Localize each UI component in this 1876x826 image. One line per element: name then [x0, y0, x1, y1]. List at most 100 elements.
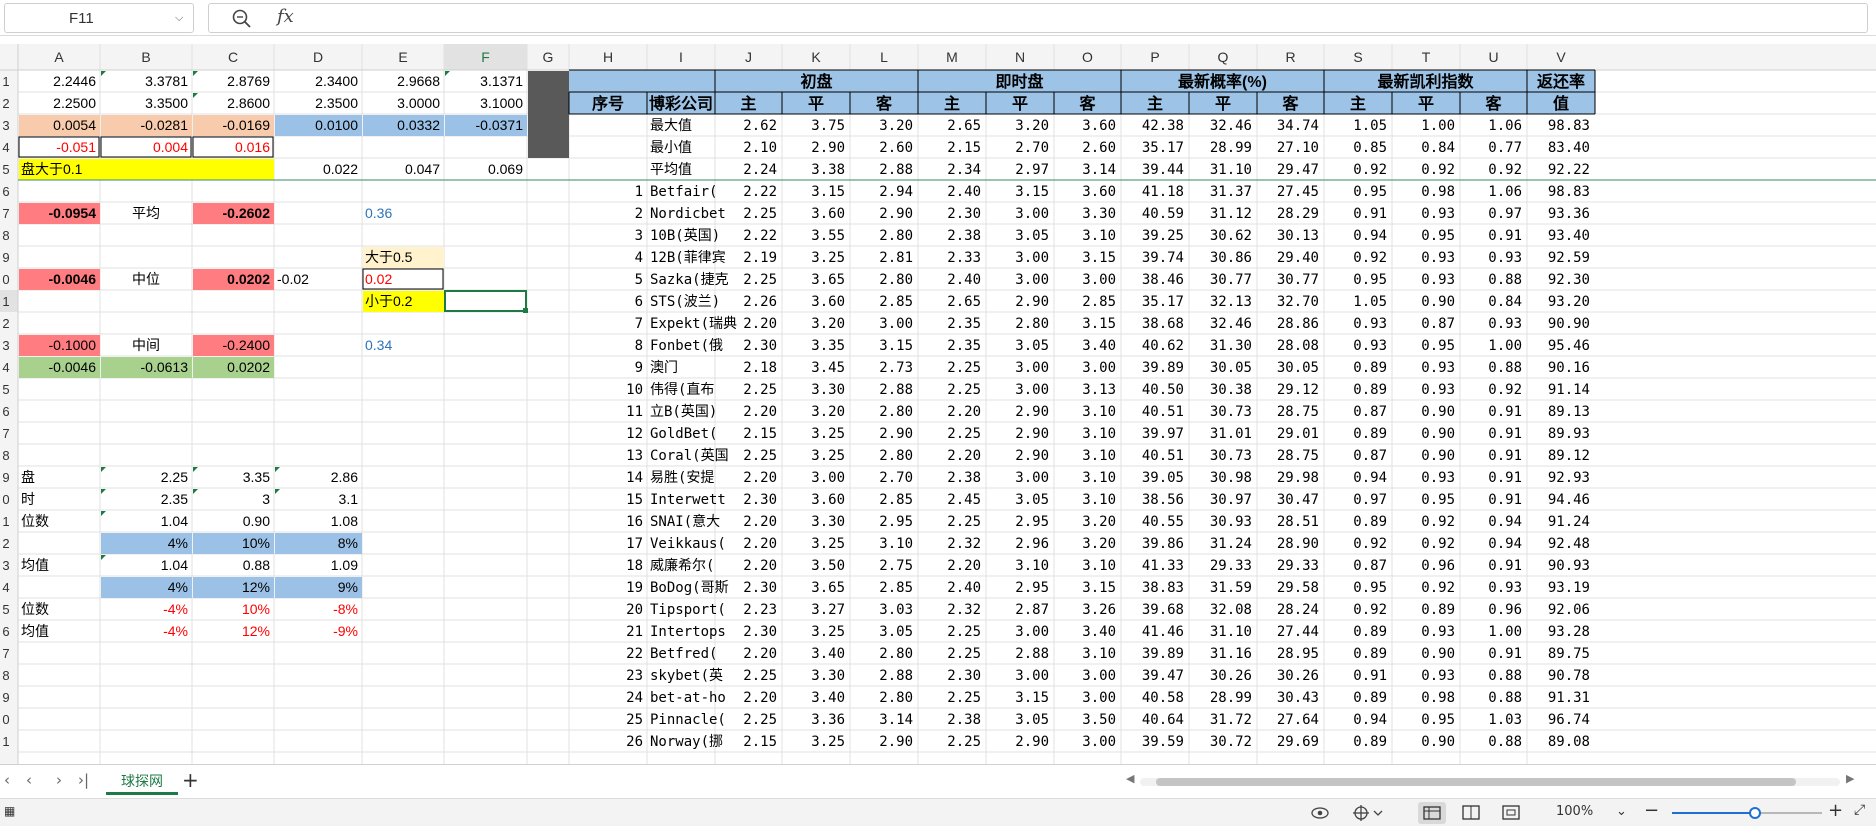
column-header-U[interactable]: U	[1488, 49, 1498, 65]
column-header-O[interactable]: O	[1082, 49, 1093, 65]
freeze-panes-icon[interactable]	[1352, 804, 1384, 822]
row-header[interactable]: 9	[2, 470, 9, 485]
zoom-slider-knob[interactable]	[1748, 807, 1761, 819]
page-layout-icon[interactable]	[1462, 805, 1480, 821]
cell-A23[interactable]: 均值	[21, 557, 49, 573]
cell-B26[interactable]: -4%	[163, 623, 188, 639]
column-header-R[interactable]: R	[1285, 49, 1295, 65]
cell-F1[interactable]: 3.1371	[480, 73, 523, 89]
cell-C4[interactable]: 0.016	[235, 139, 270, 155]
column-header-M[interactable]: M	[946, 49, 958, 65]
cell-A4[interactable]: -0.051	[56, 139, 96, 155]
page-break-view-icon[interactable]	[1502, 805, 1520, 821]
row-header[interactable]: 2	[2, 536, 9, 551]
cell-C20[interactable]: 3	[262, 491, 270, 507]
formula-input-area[interactable]: fx	[208, 3, 1868, 33]
column-header-V[interactable]: V	[1556, 49, 1566, 65]
row-header[interactable]: 2	[2, 316, 9, 331]
column-header-J[interactable]: J	[745, 49, 752, 65]
cell-D22[interactable]: 8%	[338, 535, 358, 551]
row-header[interactable]: 5	[2, 162, 9, 177]
column-header-C[interactable]: C	[228, 49, 238, 65]
cell-B20[interactable]: 2.35	[161, 491, 188, 507]
selected-cell-F11[interactable]	[444, 290, 527, 312]
first-sheet-icon[interactable]: ‹	[4, 771, 10, 789]
cell-B3[interactable]: -0.0281	[141, 117, 189, 133]
cell-C22[interactable]: 10%	[242, 535, 270, 551]
column-header-H[interactable]: H	[603, 49, 613, 65]
row-header[interactable]: 0	[2, 272, 9, 287]
cell-E11[interactable]: 小于0.2	[365, 293, 413, 309]
cell-B14[interactable]: -0.0613	[141, 359, 189, 375]
cell-A19[interactable]: 盘	[21, 469, 35, 485]
cell-D19[interactable]: 2.86	[331, 469, 358, 485]
cell-D20[interactable]: 3.1	[339, 491, 359, 507]
cell-D24[interactable]: 9%	[338, 579, 358, 595]
cell-A20[interactable]: 时	[21, 491, 35, 507]
zoom-icon[interactable]	[231, 8, 253, 30]
cell-A13[interactable]: -0.1000	[49, 337, 97, 353]
row-header[interactable]: 5	[2, 382, 9, 397]
cell-D25[interactable]: -8%	[333, 601, 358, 617]
cell-E5[interactable]: 0.047	[405, 161, 440, 177]
cell-A26[interactable]: 均值	[21, 623, 49, 639]
row-header[interactable]: 3	[2, 118, 9, 133]
row-header[interactable]: 0	[2, 712, 9, 727]
row-header[interactable]: 1	[2, 734, 9, 749]
macro-icon[interactable]: ▦	[4, 804, 15, 818]
row-header[interactable]: 3	[2, 338, 9, 353]
row-header[interactable]: 9	[2, 250, 9, 265]
row-header[interactable]: 6	[2, 624, 9, 639]
cell-B1[interactable]: 3.3781	[145, 73, 188, 89]
cell-C10[interactable]: 0.0202	[227, 271, 270, 287]
row-header[interactable]: 6	[2, 404, 9, 419]
function-icon[interactable]: fx	[277, 6, 294, 27]
cell-A14[interactable]: -0.0046	[49, 359, 97, 375]
cell-A1[interactable]: 2.2446	[53, 73, 96, 89]
row-header[interactable]: 6	[2, 184, 9, 199]
name-box[interactable]: F11 ⌵	[4, 3, 194, 33]
scrollbar-thumb[interactable]	[1156, 778, 1796, 786]
sheet-tab-active[interactable]: 球探网	[106, 765, 178, 795]
column-header-N[interactable]: N	[1015, 49, 1025, 65]
cell-A5[interactable]: 盘大于0.1	[21, 161, 83, 177]
cell-B19[interactable]: 2.25	[161, 469, 188, 485]
scroll-left-icon[interactable]: ◀	[1126, 772, 1134, 785]
cell-B4[interactable]: 0.004	[153, 139, 188, 155]
cell-A7[interactable]: -0.0954	[49, 205, 97, 221]
cell-E9[interactable]: 大于0.5	[365, 249, 413, 265]
cell-B2[interactable]: 3.3500	[145, 95, 188, 111]
scroll-right-icon[interactable]: ▶	[1846, 772, 1854, 785]
cell-E7[interactable]: 0.36	[365, 205, 392, 221]
cell-A3[interactable]: 0.0054	[53, 117, 96, 133]
column-header-P[interactable]: P	[1150, 49, 1159, 65]
column-header-E[interactable]: E	[398, 49, 407, 65]
cell-B22[interactable]: 4%	[168, 535, 188, 551]
spreadsheet-grid[interactable]: ABCDEFGHIJKLMNOPQRSTUV123456789012345678…	[0, 44, 1876, 764]
cell-D10[interactable]: -0.02	[277, 271, 309, 287]
cell-A2[interactable]: 2.2500	[53, 95, 96, 111]
row-header[interactable]: 3	[2, 558, 9, 573]
row-header[interactable]: 7	[2, 426, 9, 441]
cell-E1[interactable]: 2.9668	[397, 73, 440, 89]
cell-D3[interactable]: 0.0100	[315, 117, 358, 133]
fill-handle[interactable]	[523, 308, 528, 313]
row-header[interactable]: 1	[2, 74, 9, 89]
cell-F2[interactable]: 3.1000	[480, 95, 523, 111]
cell-C24[interactable]: 12%	[242, 579, 270, 595]
row-header[interactable]: 4	[2, 140, 9, 155]
column-header-B[interactable]: B	[141, 49, 150, 65]
cell-D1[interactable]: 2.3400	[315, 73, 358, 89]
cell-E2[interactable]: 3.0000	[397, 95, 440, 111]
cell-C2[interactable]: 2.8600	[227, 95, 270, 111]
column-header-S[interactable]: S	[1353, 49, 1362, 65]
chevron-down-icon[interactable]: ⌵	[175, 11, 183, 25]
cell-E3[interactable]: 0.0332	[397, 117, 440, 133]
row-header[interactable]: 8	[2, 668, 9, 683]
cell-A25[interactable]: 位数	[21, 601, 49, 617]
cell-B23[interactable]: 1.04	[161, 557, 188, 573]
zoom-out-icon[interactable]: −	[1644, 800, 1659, 821]
cell-C21[interactable]: 0.90	[243, 513, 270, 529]
cell-B24[interactable]: 4%	[168, 579, 188, 595]
chevron-down-icon[interactable]: ⌄	[1616, 804, 1627, 819]
